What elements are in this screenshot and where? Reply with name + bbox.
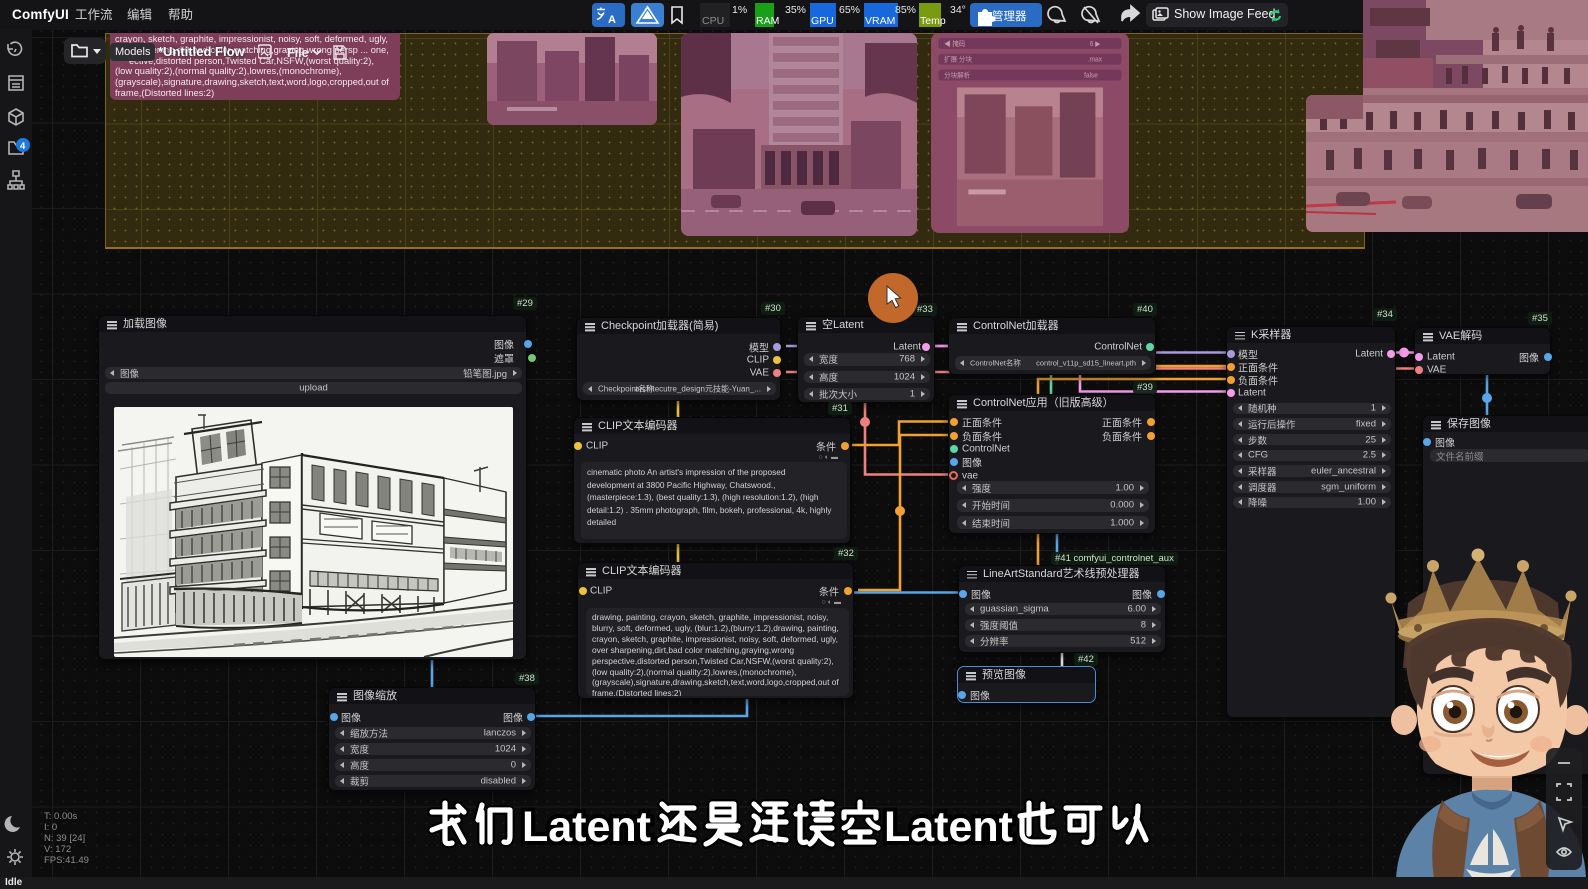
svg-text:65%: 65% — [839, 4, 860, 16]
svg-text:Temp: Temp — [920, 15, 946, 27]
svg-text:A: A — [608, 14, 616, 26]
svg-text:GPU: GPU — [811, 15, 834, 27]
svg-text:4: 4 — [20, 141, 26, 152]
svg-text:RAM: RAM — [756, 15, 779, 27]
svg-text:35%: 35% — [785, 4, 806, 16]
svg-text:Latent: Latent — [884, 803, 1013, 851]
svg-text:File: File — [287, 46, 309, 60]
svg-text:Latent: Latent — [522, 803, 651, 851]
svg-text:34°: 34° — [950, 4, 966, 16]
svg-text:85%: 85% — [895, 4, 916, 16]
svg-text:管理器: 管理器 — [992, 9, 1027, 23]
svg-text:1%: 1% — [732, 4, 747, 16]
svg-text:VRAM: VRAM — [865, 15, 895, 27]
